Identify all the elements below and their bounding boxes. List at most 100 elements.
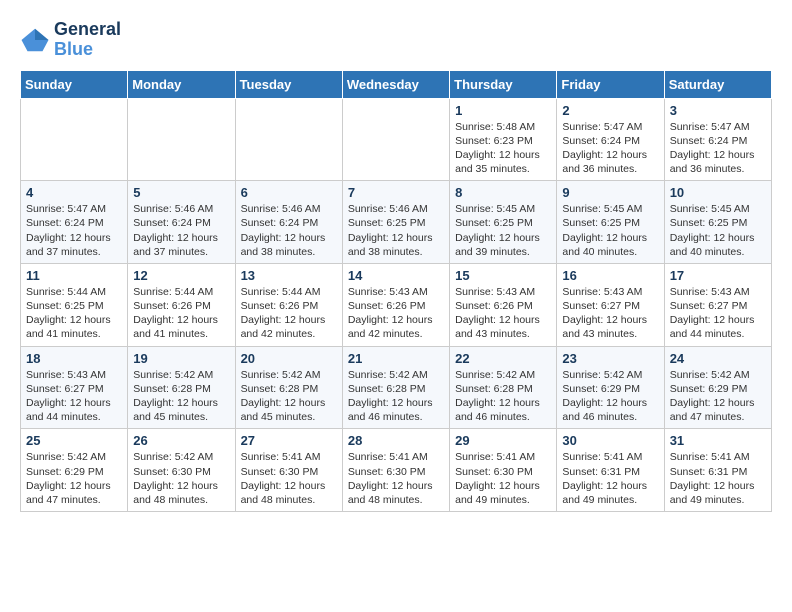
day-info: Sunrise: 5:47 AM Sunset: 6:24 PM Dayligh… (670, 120, 766, 177)
day-info: Sunrise: 5:45 AM Sunset: 6:25 PM Dayligh… (562, 202, 658, 259)
day-number: 6 (241, 185, 337, 200)
day-number: 7 (348, 185, 444, 200)
calendar-cell: 5 Sunrise: 5:46 AM Sunset: 6:24 PM Daylig… (128, 181, 235, 264)
day-number: 5 (133, 185, 229, 200)
calendar-cell: 27Sunrise: 5:41 AM Sunset: 6:30 PM Dayli… (235, 429, 342, 512)
calendar-cell: 9 Sunrise: 5:45 AM Sunset: 6:25 PM Daylig… (557, 181, 664, 264)
week-row-2: 4 Sunrise: 5:47 AM Sunset: 6:24 PM Daylig… (21, 181, 772, 264)
day-number: 25 (26, 433, 122, 448)
calendar-cell: 1Sunrise: 5:48 AM Sunset: 6:23 PM Daylig… (450, 98, 557, 181)
calendar-cell: 8 Sunrise: 5:45 AM Sunset: 6:25 PM Daylig… (450, 181, 557, 264)
day-number: 17 (670, 268, 766, 283)
day-number: 4 (26, 185, 122, 200)
calendar-body: 1Sunrise: 5:48 AM Sunset: 6:23 PM Daylig… (21, 98, 772, 511)
day-info: Sunrise: 5:41 AM Sunset: 6:31 PM Dayligh… (562, 450, 658, 507)
week-row-5: 25 Sunrise: 5:42 AM Sunset: 6:29 PM Dayli… (21, 429, 772, 512)
day-number: 28 (348, 433, 444, 448)
day-info: Sunrise: 5:45 AM Sunset: 6:25 PM Dayligh… (455, 202, 551, 259)
weekday-monday: Monday (128, 70, 235, 98)
calendar-cell: 13Sunrise: 5:44 AM Sunset: 6:26 PM Dayli… (235, 263, 342, 346)
calendar-cell: 24 Sunrise: 5:42 AM Sunset: 6:29 PM Dayli… (664, 346, 771, 429)
day-number: 23 (562, 351, 658, 366)
calendar-cell: 20 Sunrise: 5:42 AM Sunset: 6:28 PM Dayli… (235, 346, 342, 429)
day-number: 13 (241, 268, 337, 283)
logo-text: General Blue (54, 20, 121, 60)
logo-icon (20, 25, 50, 55)
day-number: 16 (562, 268, 658, 283)
day-info: Sunrise: 5:46 AM Sunset: 6:25 PM Dayligh… (348, 202, 444, 259)
calendar-cell: 17 Sunrise: 5:43 AM Sunset: 6:27 PM Dayli… (664, 263, 771, 346)
calendar-cell: 18Sunrise: 5:43 AM Sunset: 6:27 PM Dayli… (21, 346, 128, 429)
day-number: 12 (133, 268, 229, 283)
day-number: 18 (26, 351, 122, 366)
day-info: Sunrise: 5:46 AM Sunset: 6:24 PM Dayligh… (241, 202, 337, 259)
calendar-table: SundayMondayTuesdayWednesdayThursdayFrid… (20, 70, 772, 512)
day-number: 24 (670, 351, 766, 366)
weekday-header-row: SundayMondayTuesdayWednesdayThursdayFrid… (21, 70, 772, 98)
calendar-cell (235, 98, 342, 181)
day-info: Sunrise: 5:43 AM Sunset: 6:27 PM Dayligh… (562, 285, 658, 342)
day-info: Sunrise: 5:44 AM Sunset: 6:26 PM Dayligh… (133, 285, 229, 342)
calendar-cell: 16 Sunrise: 5:43 AM Sunset: 6:27 PM Dayli… (557, 263, 664, 346)
calendar-cell: 25 Sunrise: 5:42 AM Sunset: 6:29 PM Dayli… (21, 429, 128, 512)
calendar-cell: 15 Sunrise: 5:43 AM Sunset: 6:26 PM Dayli… (450, 263, 557, 346)
day-number: 3 (670, 103, 766, 118)
day-info: Sunrise: 5:43 AM Sunset: 6:26 PM Dayligh… (455, 285, 551, 342)
calendar-cell: 22Sunrise: 5:42 AM Sunset: 6:28 PM Dayli… (450, 346, 557, 429)
calendar-cell: 6 Sunrise: 5:46 AM Sunset: 6:24 PM Daylig… (235, 181, 342, 264)
calendar-cell: 10Sunrise: 5:45 AM Sunset: 6:25 PM Dayli… (664, 181, 771, 264)
calendar-cell: 28 Sunrise: 5:41 AM Sunset: 6:30 PM Dayli… (342, 429, 449, 512)
day-info: Sunrise: 5:42 AM Sunset: 6:29 PM Dayligh… (26, 450, 122, 507)
day-info: Sunrise: 5:42 AM Sunset: 6:28 PM Dayligh… (241, 368, 337, 425)
page-header: General Blue (20, 20, 772, 60)
calendar-cell: 12 Sunrise: 5:44 AM Sunset: 6:26 PM Dayli… (128, 263, 235, 346)
day-info: Sunrise: 5:42 AM Sunset: 6:28 PM Dayligh… (133, 368, 229, 425)
day-number: 26 (133, 433, 229, 448)
calendar-cell: 29 Sunrise: 5:41 AM Sunset: 6:30 PM Dayli… (450, 429, 557, 512)
day-number: 15 (455, 268, 551, 283)
calendar-cell: 14 Sunrise: 5:43 AM Sunset: 6:26 PM Dayli… (342, 263, 449, 346)
day-info: Sunrise: 5:41 AM Sunset: 6:30 PM Dayligh… (455, 450, 551, 507)
calendar-cell: 23Sunrise: 5:42 AM Sunset: 6:29 PM Dayli… (557, 346, 664, 429)
day-info: Sunrise: 5:42 AM Sunset: 6:30 PM Dayligh… (133, 450, 229, 507)
calendar-cell: 21Sunrise: 5:42 AM Sunset: 6:28 PM Dayli… (342, 346, 449, 429)
day-info: Sunrise: 5:43 AM Sunset: 6:26 PM Dayligh… (348, 285, 444, 342)
day-number: 29 (455, 433, 551, 448)
day-info: Sunrise: 5:47 AM Sunset: 6:24 PM Dayligh… (562, 120, 658, 177)
day-info: Sunrise: 5:41 AM Sunset: 6:30 PM Dayligh… (348, 450, 444, 507)
day-info: Sunrise: 5:43 AM Sunset: 6:27 PM Dayligh… (670, 285, 766, 342)
week-row-4: 18Sunrise: 5:43 AM Sunset: 6:27 PM Dayli… (21, 346, 772, 429)
weekday-sunday: Sunday (21, 70, 128, 98)
calendar-cell: 7 Sunrise: 5:46 AM Sunset: 6:25 PM Daylig… (342, 181, 449, 264)
weekday-saturday: Saturday (664, 70, 771, 98)
day-number: 20 (241, 351, 337, 366)
calendar-cell: 2 Sunrise: 5:47 AM Sunset: 6:24 PM Daylig… (557, 98, 664, 181)
day-info: Sunrise: 5:42 AM Sunset: 6:28 PM Dayligh… (455, 368, 551, 425)
calendar-cell (342, 98, 449, 181)
day-number: 1 (455, 103, 551, 118)
day-number: 2 (562, 103, 658, 118)
weekday-tuesday: Tuesday (235, 70, 342, 98)
calendar-cell (21, 98, 128, 181)
day-info: Sunrise: 5:41 AM Sunset: 6:30 PM Dayligh… (241, 450, 337, 507)
day-info: Sunrise: 5:41 AM Sunset: 6:31 PM Dayligh… (670, 450, 766, 507)
calendar-cell: 30Sunrise: 5:41 AM Sunset: 6:31 PM Dayli… (557, 429, 664, 512)
day-number: 19 (133, 351, 229, 366)
calendar-cell: 19 Sunrise: 5:42 AM Sunset: 6:28 PM Dayli… (128, 346, 235, 429)
day-number: 8 (455, 185, 551, 200)
day-info: Sunrise: 5:42 AM Sunset: 6:29 PM Dayligh… (670, 368, 766, 425)
week-row-3: 11Sunrise: 5:44 AM Sunset: 6:25 PM Dayli… (21, 263, 772, 346)
calendar-cell: 3 Sunrise: 5:47 AM Sunset: 6:24 PM Daylig… (664, 98, 771, 181)
weekday-wednesday: Wednesday (342, 70, 449, 98)
week-row-1: 1Sunrise: 5:48 AM Sunset: 6:23 PM Daylig… (21, 98, 772, 181)
day-info: Sunrise: 5:46 AM Sunset: 6:24 PM Dayligh… (133, 202, 229, 259)
logo: General Blue (20, 20, 121, 60)
calendar-cell: 11Sunrise: 5:44 AM Sunset: 6:25 PM Dayli… (21, 263, 128, 346)
day-number: 31 (670, 433, 766, 448)
calendar-cell: 26 Sunrise: 5:42 AM Sunset: 6:30 PM Dayli… (128, 429, 235, 512)
day-number: 14 (348, 268, 444, 283)
day-info: Sunrise: 5:47 AM Sunset: 6:24 PM Dayligh… (26, 202, 122, 259)
day-number: 9 (562, 185, 658, 200)
calendar-cell: 31 Sunrise: 5:41 AM Sunset: 6:31 PM Dayli… (664, 429, 771, 512)
day-info: Sunrise: 5:45 AM Sunset: 6:25 PM Dayligh… (670, 202, 766, 259)
